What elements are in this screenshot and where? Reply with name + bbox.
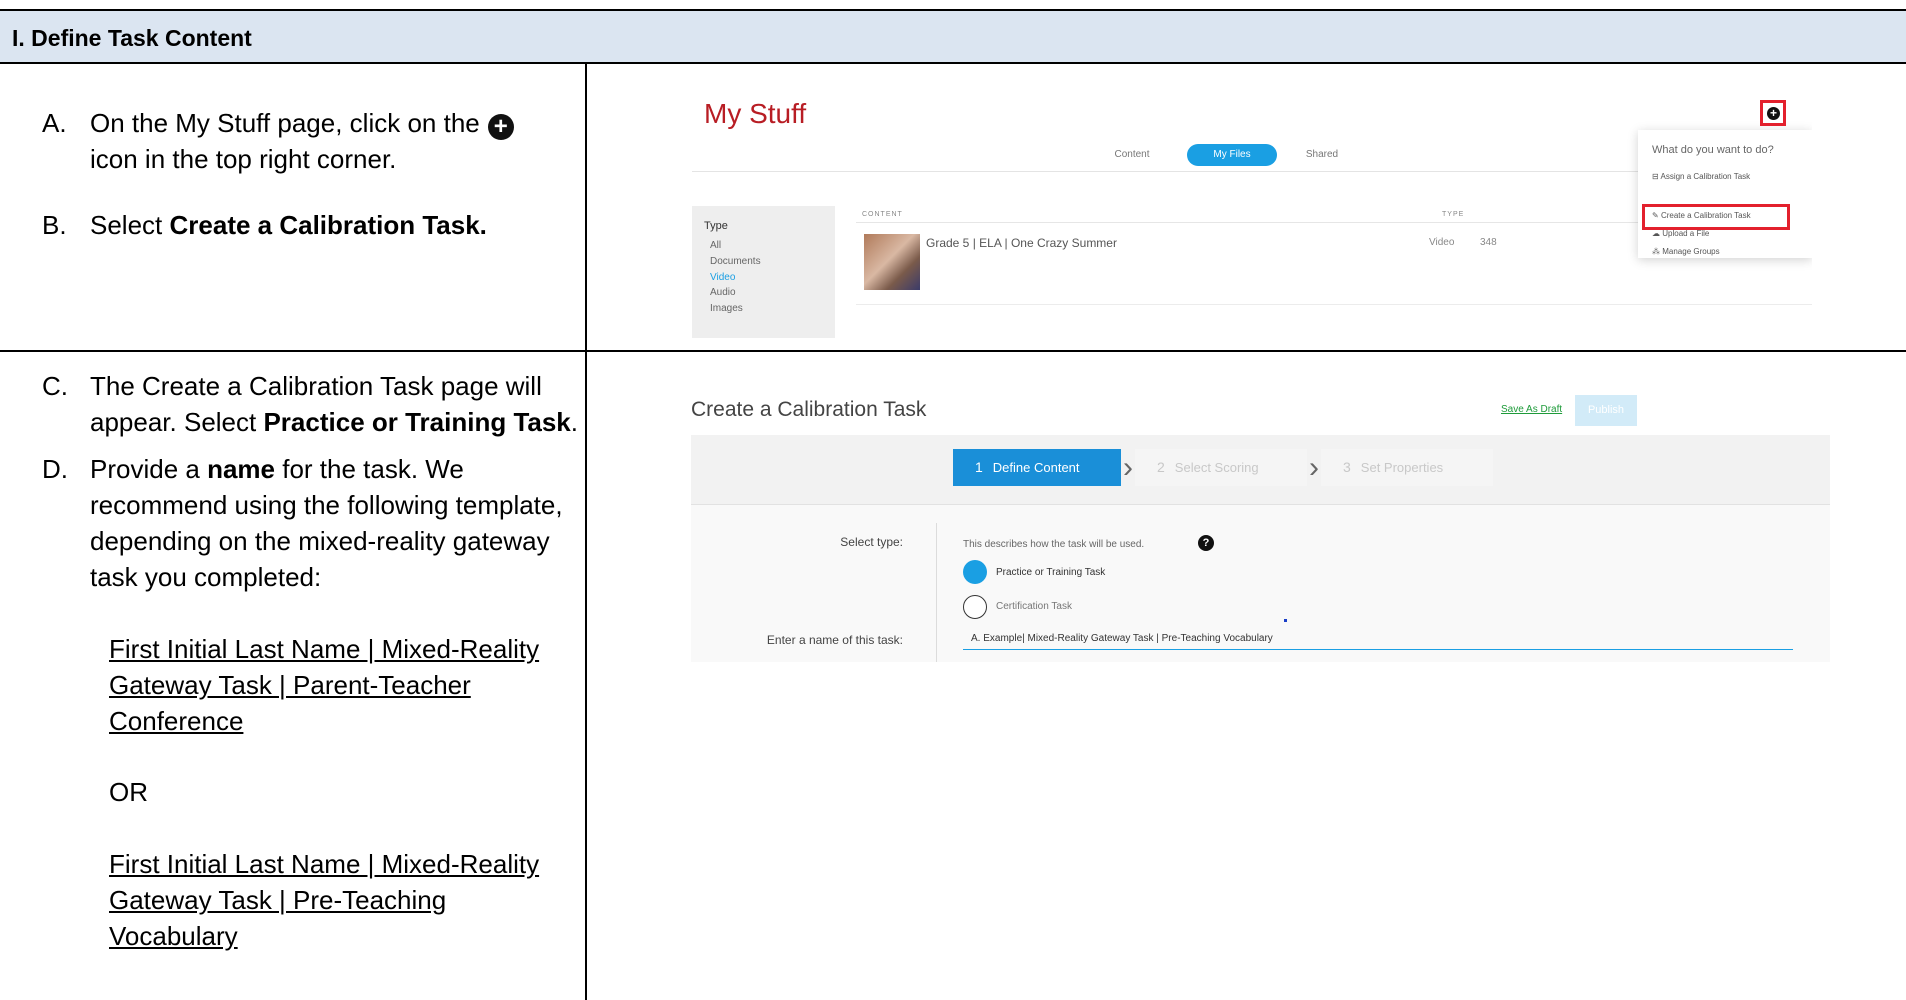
plus-circle-icon: + [1767, 107, 1780, 120]
section-title: I. Define Task Content [12, 25, 252, 51]
step-c-bold: Practice or Training Task [263, 407, 571, 437]
wizard-steps: 1 Define Content › 2 Select Scoring › 3 Set… [691, 435, 1830, 505]
step-b-text: Select [90, 210, 170, 240]
save-as-draft-link[interactable]: Save As Draft [1501, 404, 1562, 415]
template-option-2: First Initial Last Name | Mixed-Reality … [109, 846, 579, 954]
content-row-size: 348 [1480, 237, 1497, 248]
step-d-text-1: Provide a [90, 454, 208, 484]
menu-item-upload-file[interactable]: ☁ Upload a File [1652, 229, 1709, 238]
content-row-name[interactable]: Grade 5 | ELA | One Crazy Summer [926, 236, 1117, 250]
content-row-type: Video [1429, 237, 1455, 248]
step-number: 2 [1157, 459, 1165, 475]
groups-icon: ⁂ [1652, 247, 1663, 256]
step-set-properties[interactable]: 3 Set Properties [1321, 449, 1493, 486]
menu-item-label: Manage Groups [1662, 247, 1720, 256]
radio-practice-training-label: Practice or Training Task [996, 567, 1106, 578]
step-d-label: D. [42, 454, 68, 484]
template-2-text: First Initial Last Name | Mixed-Reality … [109, 849, 540, 951]
step-label: Set Properties [1360, 460, 1444, 475]
step-a-text-2: icon in the top right corner. [90, 144, 397, 174]
pencil-icon: ✎ [1652, 211, 1661, 220]
task-name-input[interactable]: A. Example| Mixed-Reality Gateway Task |… [963, 628, 1793, 650]
step-define-content[interactable]: 1 Define Content [953, 449, 1121, 486]
select-type-description: This describes how the task will be used… [963, 539, 1145, 550]
filter-documents[interactable]: Documents [710, 256, 761, 267]
select-type-label: Select type: [840, 535, 903, 549]
step-b-label: B. [42, 210, 67, 240]
radio-certification-label: Certification Task [996, 601, 1072, 612]
step-select-scoring[interactable]: 2 Select Scoring [1135, 449, 1307, 486]
menu-item-assign-calibration[interactable]: ⊟ Assign a Calibration Task [1652, 172, 1750, 181]
template-option-1: First Initial Last Name | Mixed-Reality … [109, 631, 579, 739]
step-c-label: C. [42, 371, 68, 401]
type-filter-sidebar: Type All Documents Video Audio Images [692, 206, 835, 338]
video-thumbnail[interactable] [864, 234, 920, 290]
menu-item-label: Create a Calibration Task [1660, 211, 1751, 220]
filter-images[interactable]: Images [710, 303, 743, 314]
cursor-dot [1284, 619, 1287, 622]
section-header: I. Define Task Content [0, 9, 1906, 64]
my-stuff-screenshot: My Stuff Content My Files Shared Type Al… [692, 78, 1812, 338]
filter-audio[interactable]: Audio [710, 287, 736, 298]
radio-certification[interactable] [963, 595, 987, 619]
filter-video[interactable]: Video [710, 272, 735, 283]
plus-circle-icon: + [487, 114, 514, 140]
chevron-right-icon: › [1123, 451, 1133, 484]
template-1-text: First Initial Last Name | Mixed-Reality … [109, 634, 540, 736]
task-name-label: Enter a name of this task: [766, 633, 903, 647]
radio-practice-training[interactable] [963, 560, 987, 584]
column-type: TYPE [1442, 211, 1465, 218]
chevron-right-icon: › [1309, 451, 1319, 484]
create-task-title: Create a Calibration Task [691, 398, 927, 421]
or-separator: OR [109, 777, 148, 807]
row-divider [0, 350, 1906, 352]
filter-all[interactable]: All [710, 240, 721, 251]
tab-content[interactable]: Content [1092, 144, 1172, 166]
add-menu-dropdown: What do you want to do? ⊟ Assign a Calib… [1638, 130, 1812, 258]
menu-item-create-calibration[interactable]: ✎ Create a Calibration Task [1652, 211, 1751, 220]
step-c-period: . [570, 407, 579, 437]
row-divider [856, 304, 1812, 305]
step-number: 1 [975, 459, 983, 475]
help-icon[interactable]: ? [1198, 535, 1214, 551]
task-form: Select type: This describes how the task… [691, 505, 1830, 662]
publish-button[interactable]: Publish [1575, 395, 1637, 426]
menu-item-label: Upload a File [1662, 229, 1710, 238]
tabs-divider [692, 171, 1652, 172]
form-divider [936, 523, 937, 662]
add-button[interactable]: + [1760, 100, 1786, 126]
type-heading: Type [704, 220, 728, 232]
menu-question: What do you want to do? [1652, 144, 1774, 156]
step-b-bold: Create a Calibration Task. [169, 210, 487, 240]
step-a-text-1: On the My Stuff page, click on the [90, 108, 480, 138]
tab-my-files[interactable]: My Files [1187, 144, 1277, 166]
menu-item-manage-groups[interactable]: ⁂ Manage Groups [1652, 247, 1720, 256]
step-label: Select Scoring [1174, 460, 1259, 475]
my-stuff-title: My Stuff [704, 98, 807, 129]
menu-item-label: Assign a Calibration Task [1660, 172, 1751, 181]
create-task-screenshot: Create a Calibration Task Save As Draft … [675, 390, 1830, 662]
cloud-upload-icon: ☁ [1652, 229, 1663, 238]
tab-shared[interactable]: Shared [1292, 144, 1352, 166]
column-content: CONTENT [862, 211, 903, 218]
step-a-label: A. [42, 108, 67, 138]
step-d-bold: name [207, 454, 275, 484]
step-number: 3 [1343, 459, 1351, 475]
step-label: Define Content [992, 460, 1080, 475]
